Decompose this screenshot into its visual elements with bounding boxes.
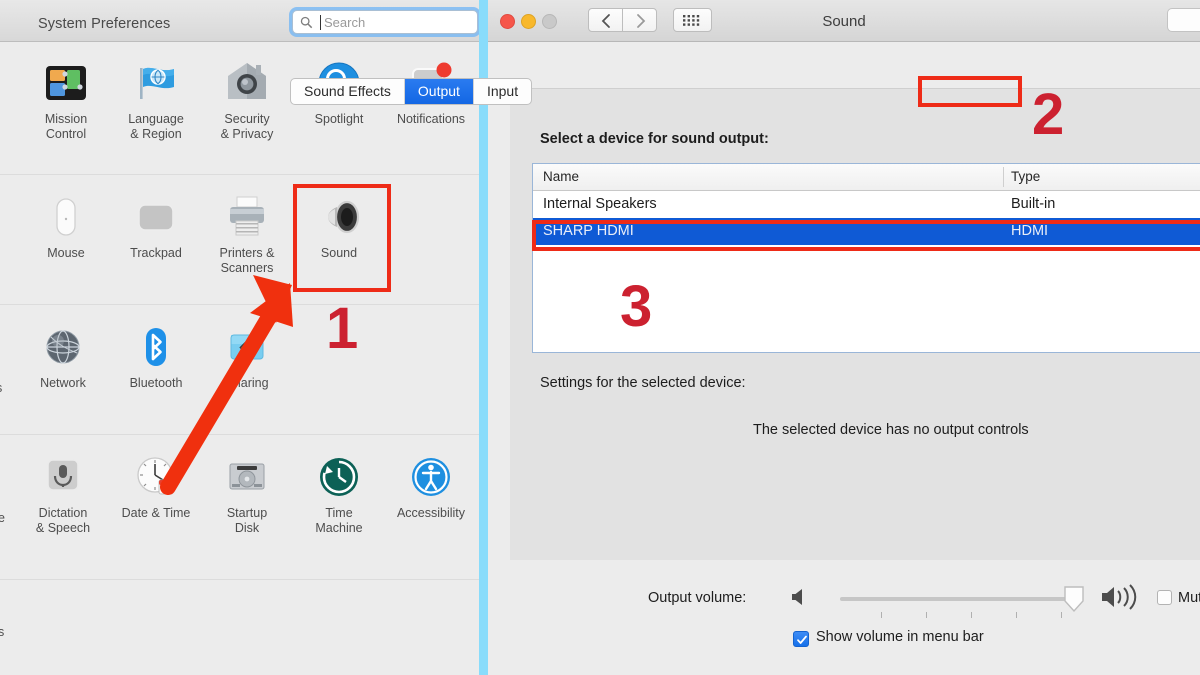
partial-label-left: e (0, 511, 5, 525)
mute-checkbox[interactable] (1157, 590, 1172, 605)
sidebar-item-accessibility[interactable]: Accessibility (385, 453, 477, 521)
speaker-low-icon (792, 589, 802, 605)
volume-slider-knob[interactable] (1063, 585, 1085, 613)
output-volume-slider[interactable] (840, 597, 1070, 601)
tab-output[interactable]: Output (404, 79, 474, 104)
device-name: Internal Speakers (543, 196, 657, 212)
mouse-icon (42, 193, 90, 241)
no-output-controls-message: The selected device has no output contro… (753, 422, 1029, 438)
preferences-row: Mission Control Language & Region Securi… (0, 41, 479, 175)
table-row[interactable]: SHARP HDMI HDMI (533, 218, 1200, 245)
sound-window-titlebar: Sound (488, 0, 1200, 42)
sound-tab-bar: Sound Effects Output Input (290, 78, 533, 105)
sidebar-item-dictation-speech[interactable]: Dictation & Speech (17, 453, 109, 535)
time-machine-icon (315, 453, 363, 501)
search-icon (300, 16, 313, 29)
partial-label-bottom: s (0, 625, 5, 639)
select-device-label: Select a device for sound output: (540, 131, 769, 147)
sidebar-item-network[interactable]: Network (17, 323, 109, 391)
table-row[interactable]: Internal Speakers Built-in (533, 191, 1200, 218)
sound-window-title: Sound (822, 13, 866, 30)
sidebar-item-label: Accessibility (396, 506, 466, 520)
output-volume-label: Output volume: (648, 590, 747, 606)
red-arrow-pointing-to-sound-icon (160, 275, 293, 495)
search-placeholder: Search (324, 15, 366, 30)
sidebar-item-label: Date & Time (121, 506, 191, 520)
show-volume-checkbox[interactable] (793, 631, 809, 647)
device-name: SHARP HDMI (543, 223, 634, 239)
checkmark-icon (797, 635, 807, 644)
sidebar-item-mouse[interactable]: Mouse (20, 193, 112, 261)
sidebar-item-mission-control[interactable]: Mission Control (20, 59, 112, 141)
annotation-marker-2: 2 (1032, 82, 1065, 147)
sidebar-item-trackpad[interactable]: Trackpad (110, 193, 202, 261)
search-input[interactable]: Search (292, 10, 478, 34)
printer-icon (223, 193, 271, 241)
sidebar-item-label: Security & Privacy (220, 112, 274, 141)
partial-label-left: s (0, 381, 2, 395)
sidebar-item-label: Mission Control (44, 112, 88, 141)
table-header: Name Type (533, 164, 1200, 191)
sidebar-item-label: Spotlight (314, 112, 364, 126)
speaker-high-icon (1102, 584, 1137, 610)
mute-label: Mute (1178, 590, 1200, 606)
settings-for-device-label: Settings for the selected device: (540, 375, 746, 391)
slider-tick (1016, 612, 1017, 618)
annotation-box-output-tab (918, 76, 1022, 107)
sidebar-item-security-privacy[interactable]: Security & Privacy (201, 59, 293, 141)
slider-tick (971, 612, 972, 618)
sidebar-item-label: Mouse (47, 246, 85, 260)
security-privacy-house-icon (223, 59, 271, 107)
sidebar-item-label: Time Machine (315, 506, 363, 535)
sound-search-input[interactable] (1167, 8, 1200, 32)
column-header-name[interactable]: Name (543, 169, 579, 184)
slider-tick (1061, 612, 1062, 618)
language-region-flag-icon (132, 59, 180, 107)
slider-tick (926, 612, 927, 618)
network-globe-icon (39, 323, 87, 371)
tab-sound-effects[interactable]: Sound Effects (291, 79, 405, 104)
dictation-microphone-icon (39, 453, 87, 501)
device-type: Built-in (1011, 196, 1056, 212)
system-preferences-title: System Preferences (38, 16, 171, 32)
sidebar-item-label: Language & Region (128, 112, 184, 141)
sidebar-item-label: Notifications (396, 112, 466, 126)
sidebar-item-label: Dictation & Speech (35, 506, 91, 535)
accessibility-icon (407, 453, 455, 501)
system-preferences-titlebar: System Preferences Search (0, 0, 479, 42)
device-type: HDMI (1011, 223, 1049, 239)
trackpad-icon (132, 193, 180, 241)
screenshot-root: System Preferences Search Mission Contro… (0, 0, 1200, 675)
tab-input[interactable]: Input (474, 79, 531, 104)
mission-control-icon (42, 59, 90, 107)
sidebar-item-label: Startup Disk (226, 506, 268, 535)
column-separator (1003, 167, 1004, 187)
show-volume-label: Show volume in menu bar (816, 629, 984, 645)
sidebar-item-language-region[interactable]: Language & Region (110, 59, 202, 141)
annotation-marker-3: 3 (620, 274, 653, 339)
annotation-marker-1: 1 (326, 296, 359, 361)
sidebar-item-label: Network (40, 376, 86, 390)
slider-tick (881, 612, 882, 618)
text-caret (320, 15, 321, 30)
column-header-type[interactable]: Type (1011, 169, 1040, 184)
